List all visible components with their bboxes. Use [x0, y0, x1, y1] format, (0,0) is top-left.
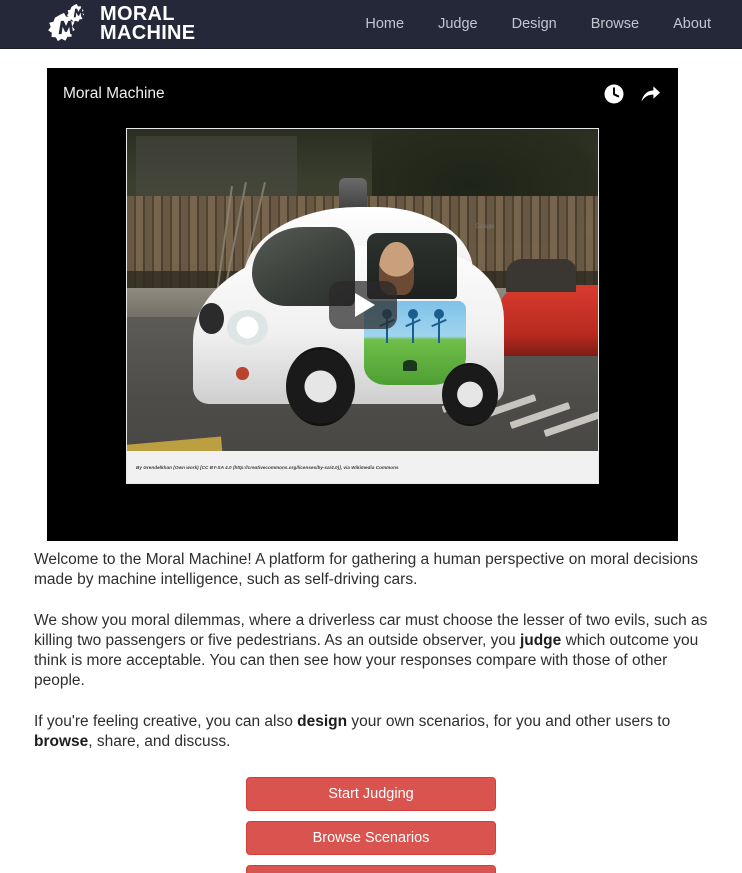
front-wheel: [286, 347, 355, 427]
nav-item-home[interactable]: Home: [348, 0, 421, 49]
play-button[interactable]: [328, 280, 397, 329]
brand-title: MORAL MACHINE: [100, 4, 196, 44]
top-navbar: MORAL MACHINE Home Judge Design Browse A…: [0, 0, 742, 49]
intro-p2-bold-judge: judge: [519, 632, 562, 649]
attribution-text: By Grendelkhan (Own work) [CC BY-SA 4.0 …: [136, 464, 399, 470]
intro-content: Welcome to the Moral Machine! A platform…: [0, 550, 742, 752]
brand-logo-link[interactable]: MORAL MACHINE: [48, 3, 195, 45]
front-sensor: [199, 303, 224, 335]
nav-item-about[interactable]: About: [656, 0, 728, 49]
start-judging-button[interactable]: Start Judging: [246, 777, 496, 811]
attribution-bar: By Grendelkhan (Own work) [CC BY-SA 4.0 …: [127, 451, 598, 483]
intro-p3-text-1: If you're feeling creative, you can also: [34, 713, 298, 730]
intro-p3-text-2: your own scenarios, for you and other us…: [347, 713, 671, 730]
browse-scenarios-button[interactable]: Browse Scenarios: [246, 821, 496, 855]
video-title: Moral Machine: [63, 85, 165, 102]
view-instructions-button[interactable]: View Instructions: [246, 865, 496, 873]
stick-figure: [408, 308, 419, 343]
nav-item-browse[interactable]: Browse: [574, 0, 656, 49]
intro-paragraph-1: Welcome to the Moral Machine! A platform…: [34, 551, 698, 588]
nav-item-judge[interactable]: Judge: [421, 0, 495, 49]
red-car: [499, 259, 598, 356]
brand-title-line2: MACHINE: [100, 22, 196, 44]
intro-p3-bold-browse: browse: [34, 733, 89, 750]
headlight: [227, 310, 268, 346]
front-indicator: [236, 367, 249, 381]
intro-p3-bold-design: design: [297, 713, 348, 730]
clock-icon[interactable]: [603, 83, 625, 105]
stick-figure: [433, 308, 444, 343]
video-player[interactable]: Moral Machine Google By Grendelkhan (Own…: [47, 68, 678, 541]
rear-wheel: [441, 362, 498, 427]
double-cog-m-logo-icon: [48, 3, 94, 45]
intro-paragraph-2: We show you moral dilemmas, where a driv…: [34, 611, 708, 691]
action-buttons: Start Judging Browse Scenarios View Inst…: [0, 777, 742, 873]
intro-p3-text-3: , share, and discuss.: [88, 733, 231, 750]
dog-silhouette: [402, 360, 418, 372]
share-arrow-icon[interactable]: [639, 83, 661, 105]
main-nav: Home Judge Design Browse About: [348, 0, 728, 49]
play-triangle-icon: [355, 292, 375, 317]
video-topbar: Moral Machine: [47, 68, 678, 120]
intro-paragraph-3: If you're feeling creative, you can also…: [34, 712, 708, 752]
nav-item-design[interactable]: Design: [495, 0, 574, 49]
google-watermark: Google: [475, 224, 495, 231]
